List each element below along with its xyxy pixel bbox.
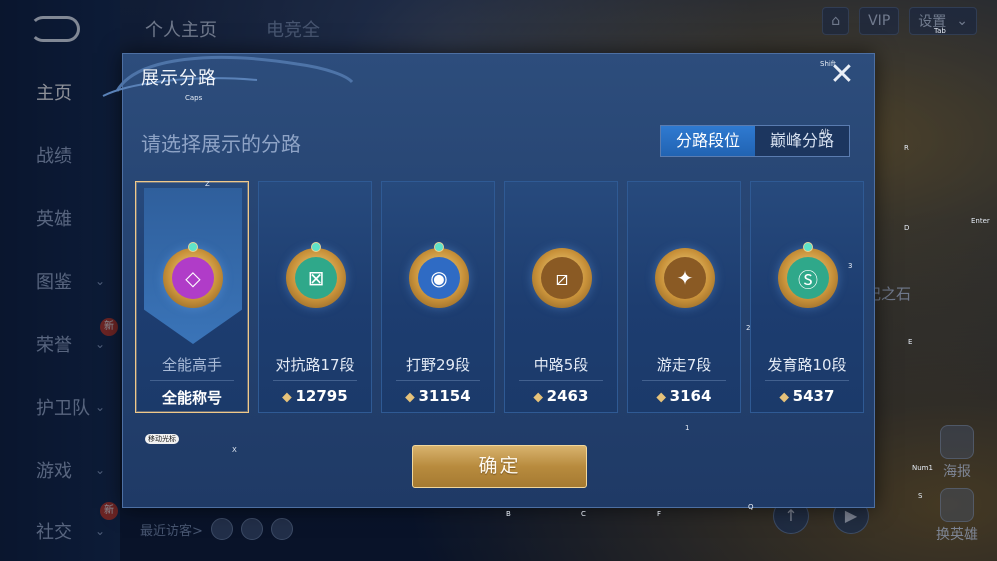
lane-score: ⬥ 3164 xyxy=(628,387,740,405)
key-hint: Q xyxy=(748,503,754,511)
lane-label: 全能高手 xyxy=(161,356,222,374)
divider xyxy=(642,380,726,381)
confirm-button[interactable]: 确定 xyxy=(412,445,587,488)
key-hint: Enter xyxy=(971,217,990,225)
score-value: 12795 xyxy=(295,387,348,405)
key-hint: E xyxy=(908,338,913,346)
lane-score: ⬥ 12795 xyxy=(259,387,371,405)
key-hint: B xyxy=(506,510,511,518)
divider xyxy=(519,380,603,381)
score-value: 5437 xyxy=(792,387,835,405)
score-value: 全能称号 xyxy=(161,389,222,407)
divider xyxy=(150,380,234,381)
divider xyxy=(396,380,480,381)
key-hint: Caps xyxy=(185,94,203,102)
lane-card-mid[interactable]: ⧄ 中路5段 ⬥ 2463 xyxy=(504,181,618,413)
key-hint: F xyxy=(657,510,662,518)
key-hint: D xyxy=(904,224,910,232)
key-hint: 1 xyxy=(685,424,690,432)
score-point-icon: ⬥ xyxy=(282,390,292,405)
lane-label: 对抗路17段 xyxy=(275,356,355,374)
lane-card-farm[interactable]: Ⓢ 发育路10段 ⬥ 5437 xyxy=(750,181,864,413)
key-hint: X xyxy=(232,446,237,454)
lane-score: ⬥ 5437 xyxy=(751,387,863,405)
farm-lane-emblem-icon: Ⓢ xyxy=(778,242,838,308)
tab-peak-lane[interactable]: 巅峰分路 xyxy=(755,126,849,156)
lane-label: 中路5段 xyxy=(533,356,589,374)
lane-label: 发育路10段 xyxy=(767,356,847,374)
lane-score: ⬥ 2463 xyxy=(505,387,617,405)
key-hint: Tab xyxy=(934,27,946,35)
lane-card-jungle[interactable]: ◉ 打野29段 ⬥ 31154 xyxy=(381,181,495,413)
dialog-subtitle: 请选择展示的分路 xyxy=(141,132,301,156)
mid-lane-emblem-icon: ⧄ xyxy=(532,248,592,308)
lane-card-clash[interactable]: ⊠ 对抗路17段 ⬥ 12795 xyxy=(258,181,372,413)
title-swirl-decoration xyxy=(102,55,354,97)
lane-card-all-round[interactable]: ◇ 全能高手 全能称号 xyxy=(135,181,249,413)
key-hint: Num1 xyxy=(912,464,933,472)
jungle-emblem-icon: ◉ xyxy=(409,242,469,308)
key-hint: Alt xyxy=(820,128,830,136)
score-point-icon: ⬥ xyxy=(779,390,789,405)
key-hint: 2 xyxy=(746,324,751,332)
divider xyxy=(765,380,849,381)
all-round-emblem-icon: ◇ xyxy=(163,242,223,308)
key-hint: S xyxy=(918,492,923,500)
score-point-icon: ⬥ xyxy=(656,390,666,405)
clash-lane-emblem-icon: ⊠ xyxy=(286,242,346,308)
score-value: 2463 xyxy=(546,387,589,405)
score-point-icon: ⬥ xyxy=(405,390,415,405)
score-value: 3164 xyxy=(669,387,712,405)
key-hint: C xyxy=(581,510,586,518)
key-hint: 3 xyxy=(848,262,853,270)
key-hint: 移动光标 xyxy=(145,434,179,444)
score-value: 31154 xyxy=(418,387,471,405)
key-hint: R xyxy=(904,144,909,152)
roam-emblem-icon: ✦ xyxy=(655,248,715,308)
lane-label: 游走7段 xyxy=(656,356,712,374)
lane-display-dialog: 展示分路 ✕ 请选择展示的分路 分路段位 巅峰分路 ◇ 全能高手 全能称号 ⊠ … xyxy=(102,53,875,508)
key-hint: Shift xyxy=(820,60,836,68)
dialog-title: 展示分路 xyxy=(141,68,217,89)
divider xyxy=(273,380,357,381)
tab-lane-rank[interactable]: 分路段位 xyxy=(661,126,755,156)
lane-label: 打野29段 xyxy=(405,356,471,374)
lane-card-roam[interactable]: ✦ 游走7段 ⬥ 3164 xyxy=(627,181,741,413)
key-hint: Z xyxy=(205,180,210,188)
lane-score: ⬥ 31154 xyxy=(382,387,494,405)
lane-score: 全能称号 xyxy=(136,387,248,408)
score-point-icon: ⬥ xyxy=(533,390,543,405)
